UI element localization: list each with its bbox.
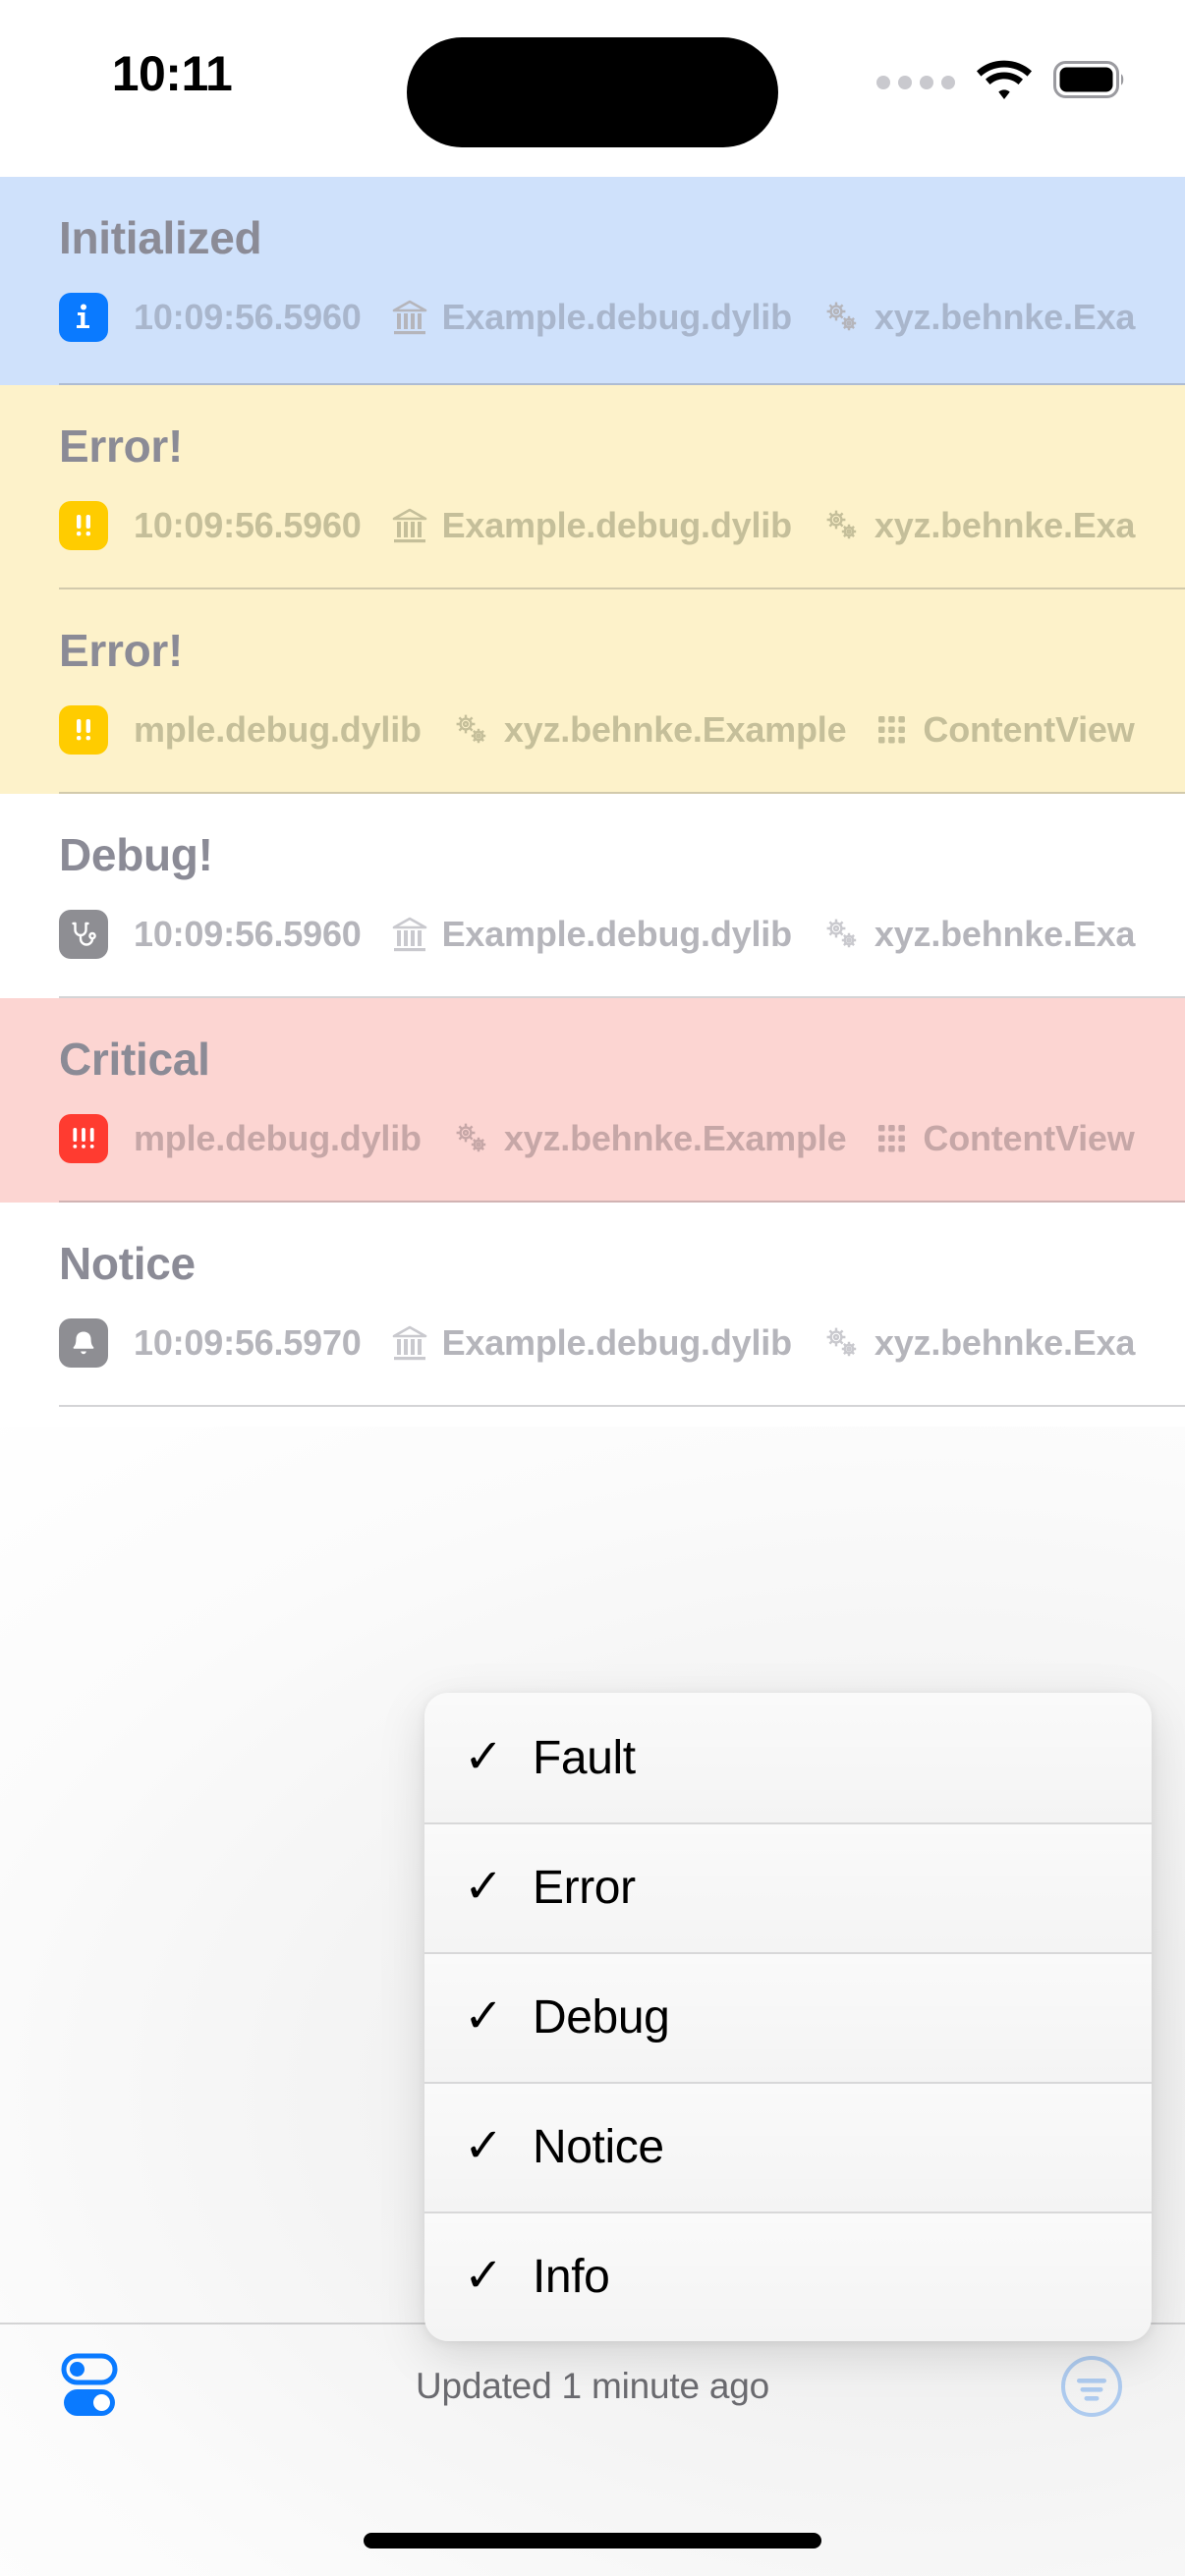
log-timestamp: 10:09:56.5960: [134, 914, 362, 954]
log-entry-metadata: 10:09:56.5960 Example.debug.dylib xyz.be…: [59, 910, 1135, 959]
menu-item-notice[interactable]: ✓ Notice: [424, 2082, 1152, 2212]
bottom-toolbar: Updated 1 minute ago: [0, 2323, 1185, 2576]
log-entry-row[interactable]: Error! 10:09:56.5960 Example.debug.dylib…: [0, 385, 1185, 589]
log-subsystem: xyz.behnke.Example: [451, 1118, 847, 1159]
checkmark-icon: ✓: [464, 1861, 504, 1913]
log-entry-row[interactable]: Error! mple.debug.dylib xyz.behnke.Examp…: [0, 589, 1185, 794]
grid-icon: [875, 1121, 909, 1156]
checkmark-icon: ✓: [464, 1731, 504, 1783]
menu-item-debug[interactable]: ✓ Debug: [424, 1952, 1152, 2082]
menu-item-label: Info: [533, 2250, 610, 2303]
log-entry-metadata: 10:09:56.5960 Example.debug.dylib xyz.be…: [59, 501, 1135, 550]
switches-toggle-button[interactable]: [61, 2353, 118, 2420]
critical-badge-icon: [59, 1114, 108, 1163]
log-library: Example.debug.dylib: [391, 914, 792, 955]
gears-icon: [821, 507, 861, 544]
log-entry-title: Notice: [59, 1238, 196, 1289]
status-bar-time: 10:11: [111, 46, 233, 101]
log-library: mple.debug.dylib: [134, 1118, 422, 1158]
grid-icon: [875, 712, 909, 748]
log-timestamp: 10:09:56.5960: [134, 505, 362, 545]
gears-icon: [451, 1120, 490, 1157]
error-badge-icon: [59, 501, 108, 550]
log-entry-title: Debug!: [59, 829, 213, 880]
log-entry-list[interactable]: Initialized 10:09:56.5960 Example.debug.…: [0, 177, 1185, 1407]
info-badge-icon: [59, 293, 108, 342]
log-library: Example.debug.dylib: [391, 505, 792, 546]
log-entry-row[interactable]: Critical mple.debug.dylib xyz.behnke.Exa…: [0, 998, 1185, 1203]
gears-icon: [821, 1324, 861, 1362]
log-category: ContentView: [875, 1118, 1135, 1159]
home-indicator: [364, 2533, 821, 2548]
log-subsystem: xyz.behnke.Example: [451, 709, 847, 751]
building-columns-icon: [391, 299, 428, 336]
log-category: ContentView: [875, 709, 1135, 751]
status-bar-indicators: [876, 59, 1126, 105]
switches-toggle-icon: [61, 2353, 118, 2420]
filter-circle-icon: [1059, 2354, 1124, 2419]
wifi-icon: [977, 59, 1032, 105]
gears-icon: [451, 711, 490, 749]
log-entry-row[interactable]: Notice 10:09:56.5970 Example.debug.dylib…: [0, 1203, 1185, 1407]
menu-item-label: Notice: [533, 2120, 664, 2173]
battery-icon: [1053, 61, 1126, 103]
log-subsystem: xyz.behnke.Exa: [821, 1322, 1135, 1364]
log-entry-metadata: 10:09:56.5960 Example.debug.dylib xyz.be…: [59, 293, 1135, 342]
menu-item-label: Fault: [533, 1731, 636, 1784]
log-entry-row[interactable]: Initialized 10:09:56.5960 Example.debug.…: [0, 177, 1185, 385]
building-columns-icon: [391, 1324, 428, 1362]
log-entry-title: Initialized: [59, 212, 262, 263]
log-entry-metadata: 10:09:56.5970 Example.debug.dylib xyz.be…: [59, 1318, 1135, 1368]
stethoscope-badge-icon: [59, 910, 108, 959]
menu-item-fault[interactable]: ✓ Fault: [424, 1693, 1152, 1822]
log-entry-title: Error!: [59, 625, 184, 676]
cellular-dots-icon: [876, 75, 955, 89]
menu-item-label: Error: [533, 1861, 636, 1914]
log-subsystem: xyz.behnke.Exa: [821, 297, 1135, 338]
log-entry-metadata: mple.debug.dylib xyz.behnke.Example Cont…: [59, 1114, 1135, 1163]
log-subsystem: xyz.behnke.Exa: [821, 914, 1135, 955]
log-library: Example.debug.dylib: [391, 297, 792, 338]
menu-item-label: Debug: [533, 1990, 670, 2044]
menu-item-info[interactable]: ✓ Info: [424, 2212, 1152, 2341]
gears-icon: [821, 299, 861, 336]
log-entry-row[interactable]: Debug! 10:09:56.5960 Example.debug.dylib…: [0, 794, 1185, 998]
log-subsystem: xyz.behnke.Exa: [821, 505, 1135, 546]
error-badge-icon: [59, 705, 108, 755]
log-timestamp: 10:09:56.5960: [134, 297, 362, 337]
log-library: mple.debug.dylib: [134, 709, 422, 750]
checkmark-icon: ✓: [464, 2120, 504, 2172]
log-entry-title: Critical: [59, 1034, 210, 1085]
log-entry-title: Error!: [59, 420, 184, 472]
checkmark-icon: ✓: [464, 2250, 504, 2302]
dynamic-island: [407, 37, 778, 147]
row-separator: [59, 1405, 1185, 1407]
bell-badge-icon: [59, 1318, 108, 1368]
filter-button[interactable]: [1059, 2354, 1124, 2419]
log-entry-metadata: mple.debug.dylib xyz.behnke.Example Cont…: [59, 705, 1135, 755]
log-timestamp: 10:09:56.5970: [134, 1322, 362, 1363]
log-library: Example.debug.dylib: [391, 1322, 792, 1364]
log-level-filter-menu[interactable]: ✓ Fault ✓ Error ✓ Debug ✓ Notice ✓ Info: [424, 1693, 1152, 2341]
menu-item-error[interactable]: ✓ Error: [424, 1822, 1152, 1952]
gears-icon: [821, 916, 861, 953]
checkmark-icon: ✓: [464, 1990, 504, 2043]
status-bar: 10:11: [0, 0, 1185, 177]
building-columns-icon: [391, 916, 428, 953]
building-columns-icon: [391, 507, 428, 544]
